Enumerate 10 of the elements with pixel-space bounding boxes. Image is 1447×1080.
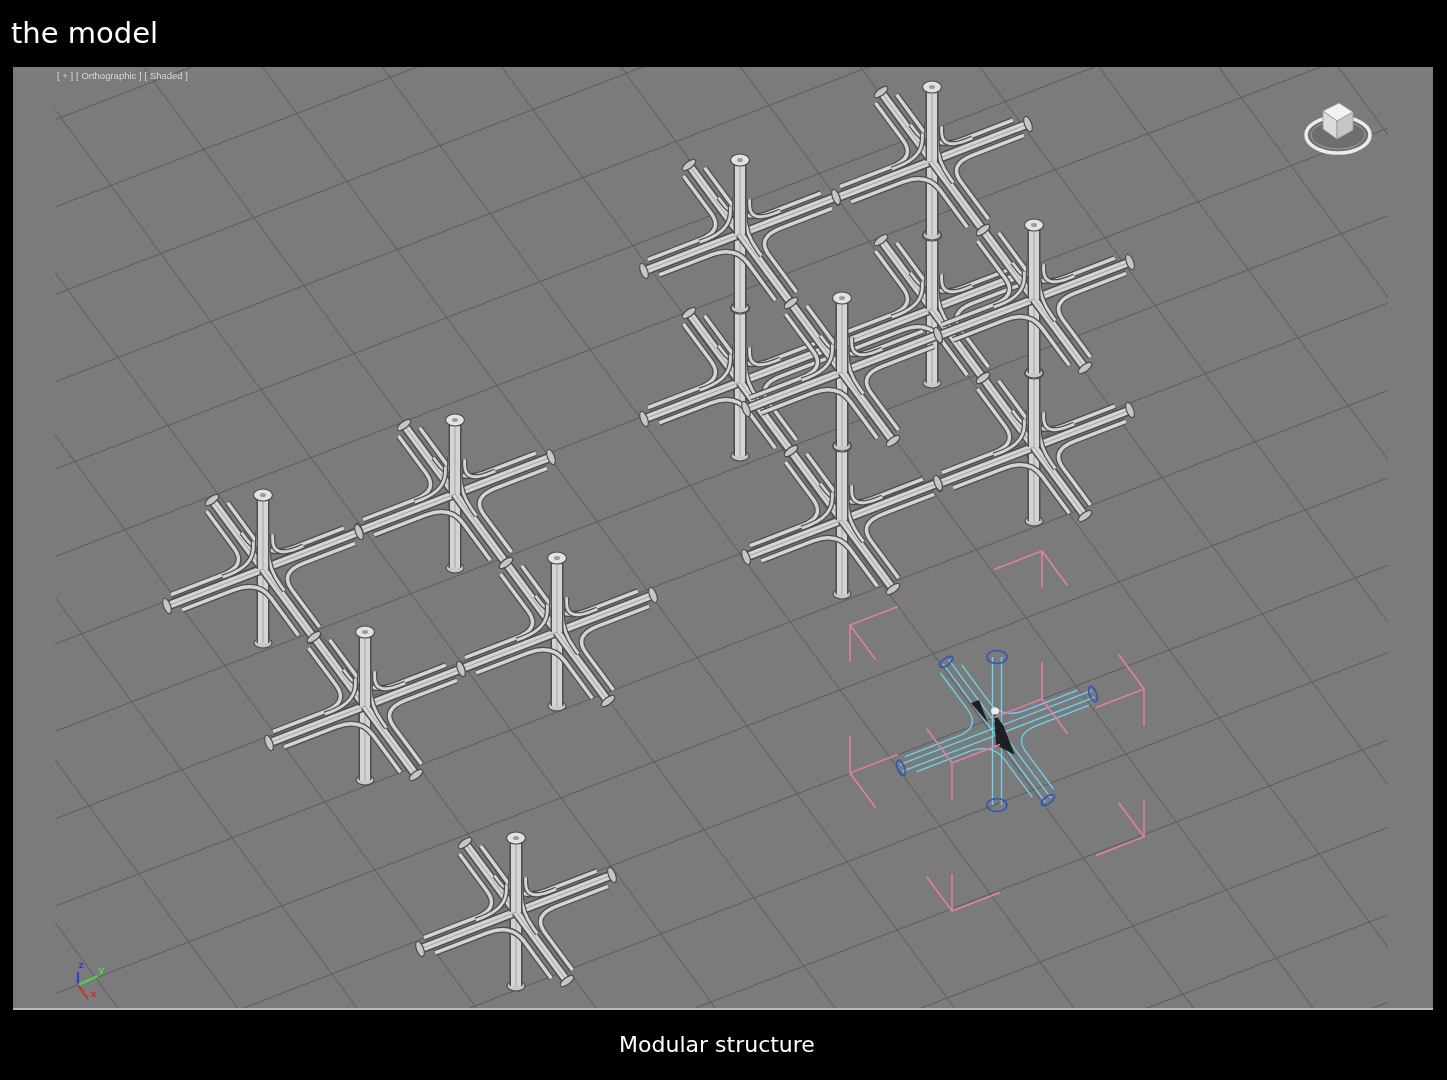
- slide-title: the model: [11, 16, 159, 51]
- axis-label: x: [90, 989, 97, 999]
- axis-label: z: [78, 960, 84, 970]
- viewport-menu[interactable]: [ Shaded ]: [144, 70, 188, 82]
- viewport-menu[interactable]: [ Orthographic ]: [76, 70, 142, 82]
- selection-bracket: [1095, 799, 1146, 857]
- selection-bracket: [848, 605, 899, 663]
- axis-label: y: [98, 965, 105, 975]
- viewport-menu[interactable]: [ + ]: [57, 70, 74, 82]
- slide-caption: Modular structure: [619, 1031, 815, 1059]
